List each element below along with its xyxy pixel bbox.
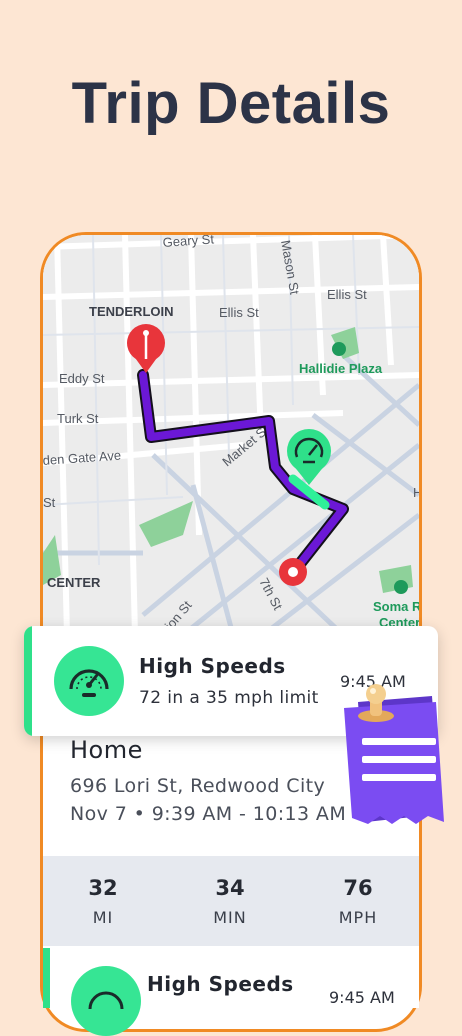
- next-event-card[interactable]: High Speeds 9:45 AM: [43, 948, 419, 1036]
- svg-text:Eddy St: Eddy St: [59, 371, 105, 386]
- svg-text:Hallidie Plaza: Hallidie Plaza: [299, 361, 383, 376]
- speedometer-icon: [54, 646, 124, 716]
- stat-distance: 32 MI: [53, 876, 153, 927]
- receipt-icon: [344, 684, 444, 824]
- card-accent: [43, 948, 50, 1008]
- page-title: Trip Details: [71, 71, 391, 136]
- speedometer-icon: [71, 966, 141, 1036]
- end-point-icon: [279, 558, 307, 586]
- trip-destination: Home: [70, 736, 143, 764]
- svg-text:H: H: [413, 485, 419, 500]
- stat-duration: 34 MIN: [180, 876, 280, 927]
- svg-text:Turk St: Turk St: [57, 411, 99, 426]
- trip-map[interactable]: Geary St Mason St TENDERLOIN Ellis St El…: [43, 235, 419, 635]
- trip-datetime: Nov 7 • 9:39 AM - 10:13 AM: [70, 803, 347, 825]
- next-event-title: High Speeds: [147, 972, 294, 996]
- stat-top-speed: 76 MPH: [308, 876, 408, 927]
- map-canvas: Geary St Mason St TENDERLOIN Ellis St El…: [43, 235, 419, 635]
- stat-unit: MPH: [338, 908, 378, 927]
- stat-unit: MI: [92, 908, 114, 927]
- card-accent: [24, 626, 32, 736]
- alert-detail: 72 in a 35 mph limit: [139, 688, 319, 708]
- svg-text:Ellis St: Ellis St: [327, 287, 367, 302]
- stat-value: 34: [215, 876, 245, 900]
- svg-text:Soma Re: Soma Re: [373, 599, 419, 614]
- trip-address: 696 Lori St, Redwood City: [70, 775, 326, 797]
- stat-unit: MIN: [213, 908, 247, 927]
- trip-stats: 32 MI 34 MIN 76 MPH: [43, 856, 419, 946]
- svg-text:St: St: [43, 495, 56, 510]
- stat-value: 76: [343, 876, 373, 900]
- svg-text:Ellis St: Ellis St: [219, 305, 259, 320]
- next-event-time: 9:45 AM: [329, 988, 395, 1007]
- svg-text:CENTER: CENTER: [47, 575, 101, 590]
- stat-value: 32: [88, 876, 118, 900]
- alert-title: High Speeds: [139, 654, 286, 678]
- svg-text:TENDERLOIN: TENDERLOIN: [89, 304, 174, 319]
